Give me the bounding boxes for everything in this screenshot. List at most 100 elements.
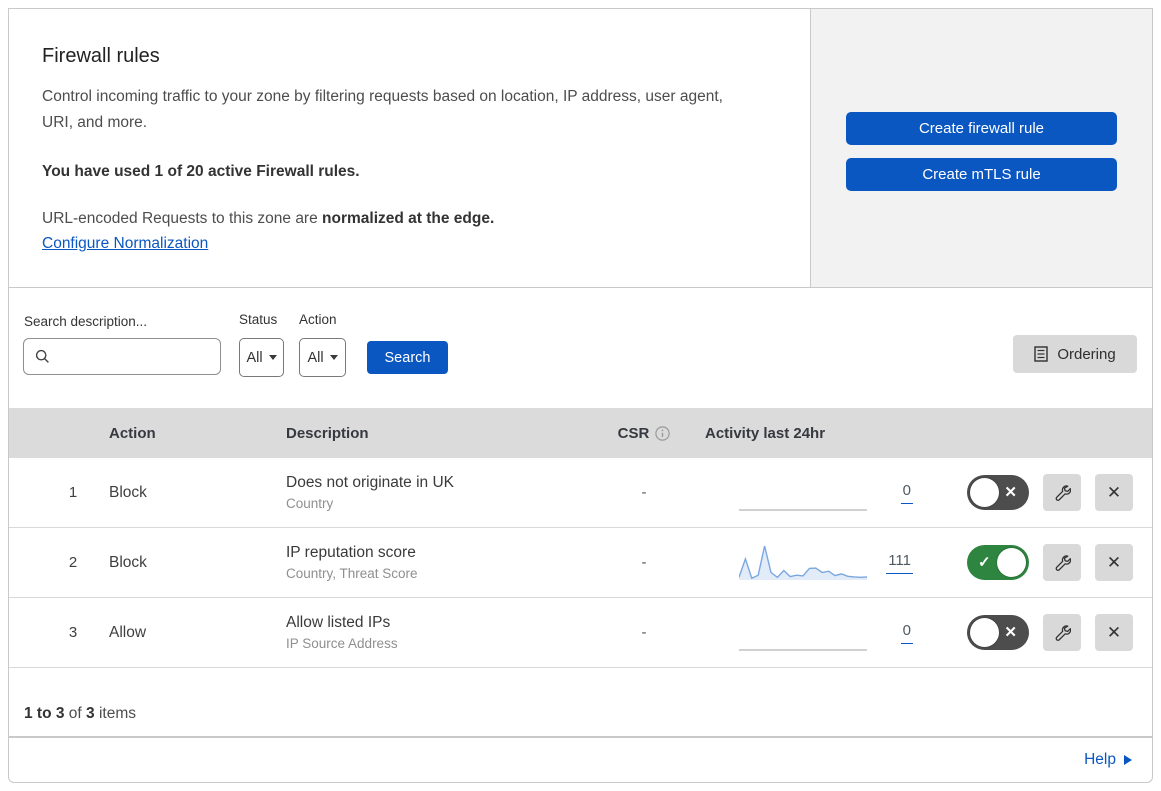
arrow-right-icon (1124, 755, 1132, 765)
rule-action: Block (109, 553, 147, 571)
status-label: Status (239, 312, 278, 327)
activity-sparkline (739, 648, 867, 651)
col-action: Action (109, 424, 156, 442)
table-row: 2 Block IP reputation score Country, Thr… (9, 528, 1152, 598)
delete-rule-button[interactable]: ✕ (1095, 614, 1133, 651)
items-total: 3 (86, 705, 95, 722)
info-icon[interactable] (655, 425, 671, 441)
col-csr: CSR (618, 425, 671, 442)
filter-bar: Search description... Status All Action … (9, 288, 1152, 408)
rule-controls: ✓ ✕ ✕ (929, 544, 1152, 581)
rule-csr: - (641, 624, 647, 641)
csr-label: CSR (617, 424, 650, 442)
actions-panel: Create firewall rule Create mTLS rule (811, 9, 1152, 287)
rule-index: 3 (68, 624, 78, 641)
toggle-knob (970, 618, 999, 647)
rule-enabled-toggle[interactable]: ✓ ✕ (967, 475, 1029, 510)
close-icon: ✕ (1106, 482, 1122, 502)
header-info: Firewall rules Control incoming traffic … (9, 9, 811, 287)
rule-title: IP reputation score (286, 544, 416, 561)
rule-description: IP reputation score Country, Threat Scor… (286, 544, 589, 581)
wrench-icon (1055, 555, 1071, 571)
rule-activity: 111 (699, 540, 929, 586)
of-text: of (64, 705, 87, 722)
create-mtls-rule-button[interactable]: Create mTLS rule (846, 158, 1117, 191)
search-input[interactable] (58, 347, 212, 366)
x-icon: ✕ (1004, 624, 1017, 641)
rule-enabled-toggle[interactable]: ✓ ✕ (967, 545, 1029, 580)
activity-count-link[interactable]: 0 (900, 482, 913, 504)
table-footer: 1 to 3 of 3 items (9, 668, 1152, 737)
rule-enabled-toggle[interactable]: ✓ ✕ (967, 615, 1029, 650)
action-label: Action (299, 312, 337, 327)
help-label: Help (1084, 751, 1116, 768)
wrench-icon (1055, 625, 1071, 641)
rule-fields: IP Source Address (286, 636, 398, 651)
rule-index: 1 (68, 484, 78, 501)
ordering-button[interactable]: Ordering (1013, 335, 1137, 373)
edit-rule-button[interactable] (1043, 614, 1081, 651)
close-icon: ✕ (1106, 552, 1122, 572)
firewall-rules-card: Firewall rules Control incoming traffic … (8, 8, 1153, 737)
toggle-knob (970, 478, 999, 507)
items-range: 1 to 3 (24, 705, 65, 722)
rule-description: Allow listed IPs IP Source Address (286, 614, 589, 651)
activity-count-link[interactable]: 111 (886, 552, 913, 574)
normalization-prefix: URL-encoded Requests to this zone are (42, 210, 323, 228)
edit-rule-button[interactable] (1043, 474, 1081, 511)
configure-normalization-link[interactable]: Configure Normalization (42, 235, 208, 253)
table-body: 1 Block Does not originate in UK Country… (9, 458, 1152, 668)
ordering-label: Ordering (1057, 345, 1116, 363)
table-row: 3 Allow Allow listed IPs IP Source Addre… (9, 598, 1152, 668)
search-icon (35, 349, 49, 363)
list-icon (1034, 346, 1049, 362)
action-value: All (307, 349, 324, 366)
header-section: Firewall rules Control incoming traffic … (9, 9, 1152, 288)
status-dropdown[interactable]: All (239, 338, 284, 377)
page-description: Control incoming traffic to your zone by… (42, 88, 723, 132)
rule-controls: ✓ ✕ ✕ (929, 614, 1152, 651)
check-icon: ✓ (978, 554, 991, 571)
action-dropdown[interactable]: All (299, 338, 346, 377)
activity-sparkline (739, 508, 867, 511)
create-firewall-rule-button[interactable]: Create firewall rule (846, 112, 1117, 145)
search-button[interactable]: Search (367, 341, 448, 374)
activity-sparkline (739, 545, 867, 580)
activity-count-link[interactable]: 0 (900, 622, 913, 644)
rule-title: Allow listed IPs (286, 614, 391, 631)
normalization-note: URL-encoded Requests to this zone are no… (42, 210, 750, 228)
x-icon: ✕ (1004, 484, 1017, 501)
rule-csr: - (641, 484, 647, 501)
wrench-icon (1055, 485, 1071, 501)
normalization-bold: normalized at the edge. (322, 210, 495, 228)
rule-activity: 0 (699, 610, 929, 656)
toggle-knob (997, 548, 1026, 577)
rule-action: Allow (109, 623, 147, 641)
rule-index: 2 (68, 554, 78, 571)
rule-title: Does not originate in UK (286, 474, 455, 491)
edit-rule-button[interactable] (1043, 544, 1081, 581)
table-header: Action Description CSR Activity last 24h… (9, 408, 1152, 458)
rule-csr: - (641, 554, 647, 571)
table-row: 1 Block Does not originate in UK Country… (9, 458, 1152, 528)
chevron-down-icon (268, 355, 277, 360)
chevron-down-icon (329, 355, 338, 360)
rule-fields: Country (286, 496, 334, 511)
rule-fields: Country, Threat Score (286, 566, 418, 581)
items-text: items (94, 705, 136, 722)
page-title: Firewall rules (42, 45, 160, 67)
rule-description: Does not originate in UK Country (286, 474, 589, 511)
col-activity: Activity last 24hr (705, 424, 826, 442)
col-description: Description (286, 424, 369, 442)
help-link[interactable]: Help (1084, 751, 1132, 769)
delete-rule-button[interactable]: ✕ (1095, 474, 1133, 511)
status-value: All (246, 349, 263, 366)
rule-controls: ✓ ✕ ✕ (929, 474, 1152, 511)
bottom-bar: Help (8, 737, 1153, 783)
rule-action: Block (109, 483, 147, 501)
search-label: Search description... (24, 314, 148, 329)
usage-summary: You have used 1 of 20 active Firewall ru… (42, 163, 360, 181)
delete-rule-button[interactable]: ✕ (1095, 544, 1133, 581)
search-box (23, 338, 221, 375)
close-icon: ✕ (1106, 622, 1122, 642)
